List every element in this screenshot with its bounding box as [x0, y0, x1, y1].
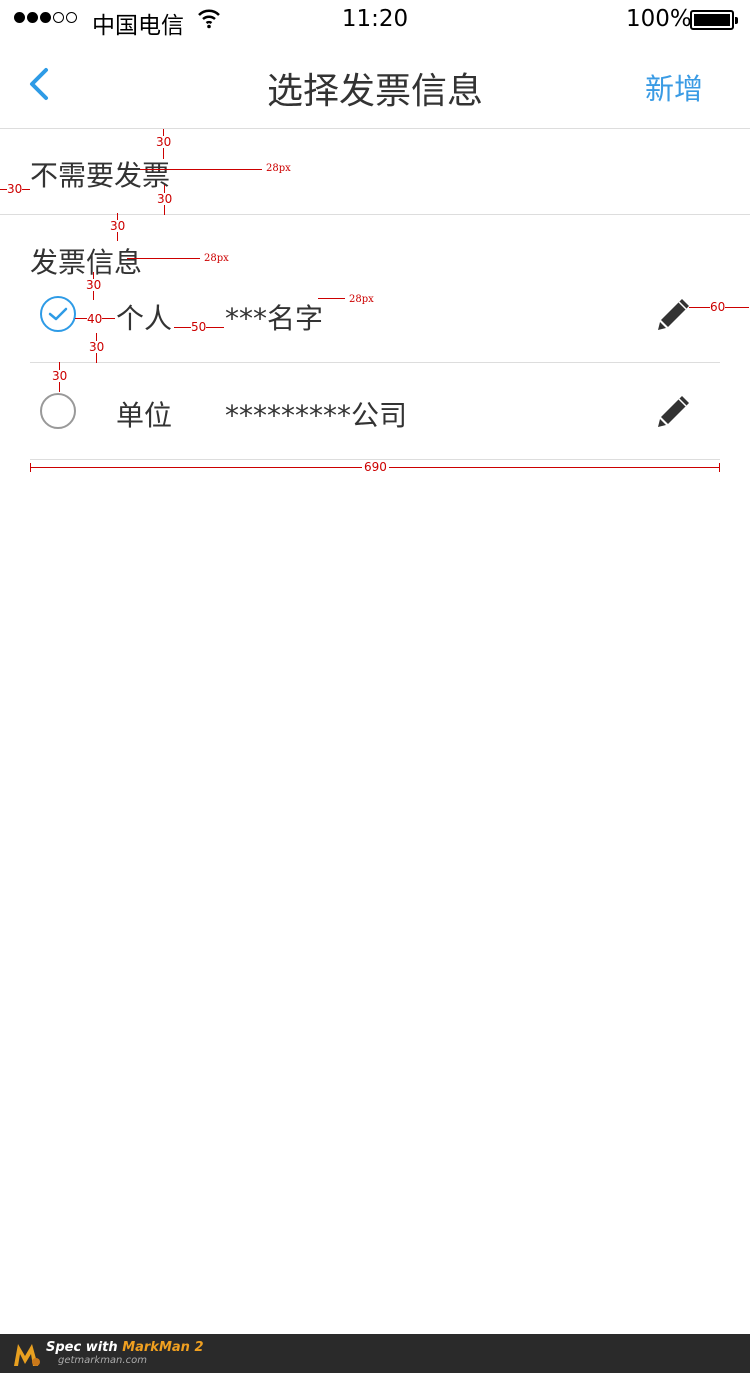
spec-annotation: 30 [110, 219, 126, 233]
markman-footer: Spec with MarkMan 2 getmarkman.com [0, 1334, 750, 1373]
edit-pencil-icon[interactable] [656, 296, 692, 332]
row-divider [30, 362, 720, 363]
no-invoice-option[interactable]: 不需要发票 [30, 154, 170, 194]
section-divider [0, 214, 750, 215]
invoice-type-label: 单位 [116, 399, 173, 432]
spec-annotation: 60 [710, 300, 726, 314]
invoice-radio-personal[interactable] [40, 296, 76, 332]
invoice-type-label: 个人 [116, 302, 173, 335]
invoice-name-label: *********公司 [225, 399, 408, 432]
page-title: 选择发票信息 [266, 71, 483, 112]
add-invoice-button[interactable]: 新增 [645, 66, 703, 108]
spec-annotation: 40 [87, 312, 103, 326]
spec-annotation: 28px [204, 253, 229, 264]
spec-annotation: 28px [266, 163, 291, 174]
spec-annotation: 30 [157, 192, 173, 206]
status-bar: 中国电信 11:20 100% [0, 0, 750, 40]
spec-annotation: 30 [7, 182, 23, 196]
spec-annotation: 28px [349, 294, 374, 305]
spec-annotation: 690 [362, 460, 389, 474]
invoice-name-label: ***名字 [225, 302, 324, 335]
spec-annotation: 30 [156, 135, 172, 149]
battery-icon [690, 10, 738, 30]
markman-logo-icon [14, 1344, 40, 1366]
edit-pencil-icon[interactable] [656, 393, 692, 429]
invoice-info-heading: 发票信息 [30, 246, 143, 279]
spec-annotation: 30 [89, 340, 105, 354]
footer-brand: Spec with MarkMan 2 [46, 1340, 204, 1355]
invoice-radio-company[interactable] [40, 393, 76, 429]
spec-annotation: 50 [191, 320, 207, 334]
checkmark-icon [48, 307, 68, 321]
footer-url: getmarkman.com [58, 1355, 147, 1366]
spec-annotation: 30 [52, 369, 68, 383]
spec-annotation: 30 [86, 278, 102, 292]
nav-divider [0, 128, 750, 129]
battery-percent: 100% [626, 6, 692, 32]
